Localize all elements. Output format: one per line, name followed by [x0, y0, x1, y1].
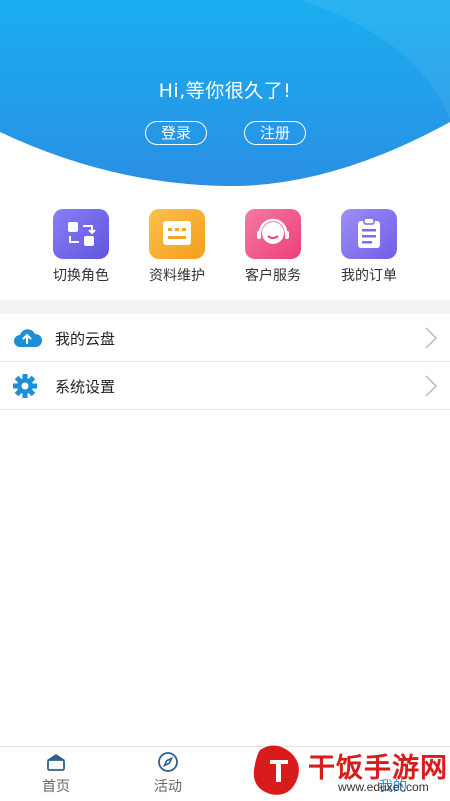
login-button[interactable]: 登录: [145, 121, 207, 145]
quick-action-switch-role[interactable]: 切换角色: [33, 209, 129, 285]
tab-home[interactable]: 首页: [1, 747, 111, 801]
chevron-right-icon: [424, 374, 438, 398]
home-icon: [45, 751, 67, 773]
register-button[interactable]: 注册: [244, 121, 306, 145]
section-gap: [0, 300, 450, 314]
switch-role-icon: [53, 209, 109, 259]
menu-item-settings[interactable]: 系统设置: [0, 363, 450, 409]
cloud-upload-icon: [12, 325, 43, 351]
quick-action-label: 资料维护: [149, 268, 205, 284]
greeting-text: Hi,等你很久了!: [158, 80, 292, 102]
quick-action-label: 客户服务: [245, 268, 301, 284]
tab-activity[interactable]: 活动: [113, 747, 223, 801]
menu-item-label: 系统设置: [55, 378, 116, 396]
menu-item-cloud-drive[interactable]: 我的云盘: [0, 315, 450, 361]
watermark-url: www.eduxet.com: [338, 780, 429, 794]
quick-actions: 切换角色 资料维护 客户服务 我的订单: [0, 209, 450, 289]
quick-action-profile-edit[interactable]: 资料维护: [129, 209, 225, 285]
menu-item-label: 我的云盘: [55, 330, 116, 348]
quick-action-label: 切换角色: [53, 268, 109, 284]
tab-label: 活动: [154, 779, 182, 795]
order-clipboard-icon: [341, 209, 397, 259]
watermark-logo-icon: [253, 745, 299, 795]
watermark: 干饭手游网 www.eduxet.com: [250, 740, 450, 800]
chevron-right-icon: [424, 326, 438, 350]
quick-action-customer-service[interactable]: 客户服务: [225, 209, 321, 285]
profile-header: Hi,等你很久了! 登录 注册: [0, 0, 450, 190]
compass-icon: [157, 751, 179, 773]
customer-service-icon: [245, 209, 301, 259]
quick-action-label: 我的订单: [341, 268, 397, 284]
menu-divider: [0, 409, 450, 410]
menu-divider: [0, 361, 450, 362]
quick-action-my-orders[interactable]: 我的订单: [321, 209, 417, 285]
profile-edit-icon: [149, 209, 205, 259]
tab-label: 首页: [42, 779, 70, 795]
gear-icon: [12, 373, 42, 399]
